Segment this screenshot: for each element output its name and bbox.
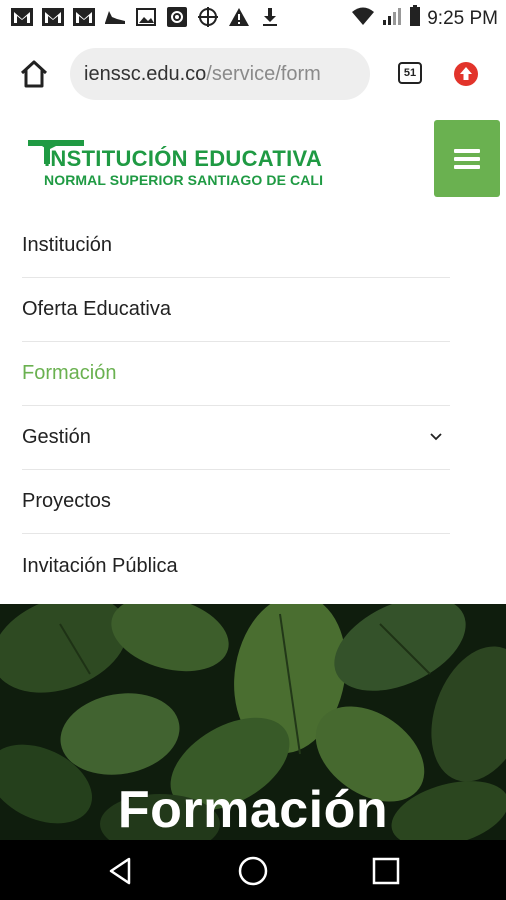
back-button[interactable] [103,854,137,888]
nav-item-label: Proyectos [22,490,111,512]
address-bar[interactable]: ienssc.edu.co/service/form [70,48,370,100]
crosshair-icon [196,5,220,29]
gmail-icon [41,5,65,29]
logo-title: INSTITUCIÓN EDUCATIVA [44,146,323,171]
nav-item-label: Gestión [22,426,91,448]
status-time: 9:25 PM [427,7,498,29]
signal-icon [381,6,403,31]
hero-title: Formación [117,781,389,839]
system-icons: 9:25 PM [351,5,498,32]
home-icon [20,60,48,88]
android-nav-bar [0,840,506,900]
at-sign-icon [165,5,189,29]
back-triangle-icon [109,857,131,885]
home-nav-button[interactable] [236,854,270,888]
hero-banner: Formación [0,604,506,840]
home-circle-icon [238,856,268,886]
shoe-icon [103,5,127,29]
url-path: /service/form [206,62,321,85]
nav-item-label: Institución [22,234,113,256]
nav-item-invitacion-publica[interactable]: Invitación Pública [22,534,450,598]
home-button[interactable] [16,56,52,92]
gmail-icon [72,5,96,29]
nav-item-proyectos[interactable]: Proyectos [22,470,450,534]
institution-logo[interactable]: INSTITUCIÓN EDUCATIVA NORMAL SUPERIOR SA… [26,136,346,196]
nav-item-label: Oferta Educativa [22,298,171,320]
update-button[interactable] [453,61,479,87]
nav-item-label: Invitación Pública [22,554,178,577]
chevron-down-icon[interactable] [428,428,444,444]
status-bar: 9:25 PM [0,0,506,34]
nav-item-gestion[interactable]: Gestión [22,406,450,470]
gmail-icon [10,5,34,29]
warning-icon [227,5,251,29]
main-nav-menu: Institución Oferta Educativa Formación G… [0,214,506,598]
hamburger-icon [454,148,480,169]
site-header: INSTITUCIÓN EDUCATIVA NORMAL SUPERIOR SA… [0,114,506,214]
url-host: ienssc.edu.co [84,62,207,85]
wifi-icon [351,6,375,31]
recents-square-icon [372,857,400,885]
logo-subtitle: NORMAL SUPERIOR SANTIAGO DE CALI [44,172,324,188]
nav-item-formacion[interactable]: Formación [22,342,450,406]
notification-icons [10,5,282,29]
tab-switcher-button[interactable]: 51 [398,62,422,84]
recents-button[interactable] [369,854,403,888]
battery-icon [409,5,421,32]
hamburger-menu-button[interactable] [434,120,500,197]
download-icon [258,5,282,29]
nav-item-label: Formación [22,362,117,384]
nav-item-institucion[interactable]: Institución [22,214,450,278]
browser-toolbar: ienssc.edu.co/service/form 51 [0,34,506,115]
upload-arrow-icon [454,62,478,86]
image-icon [134,5,158,29]
nav-item-oferta-educativa[interactable]: Oferta Educativa [22,278,450,342]
